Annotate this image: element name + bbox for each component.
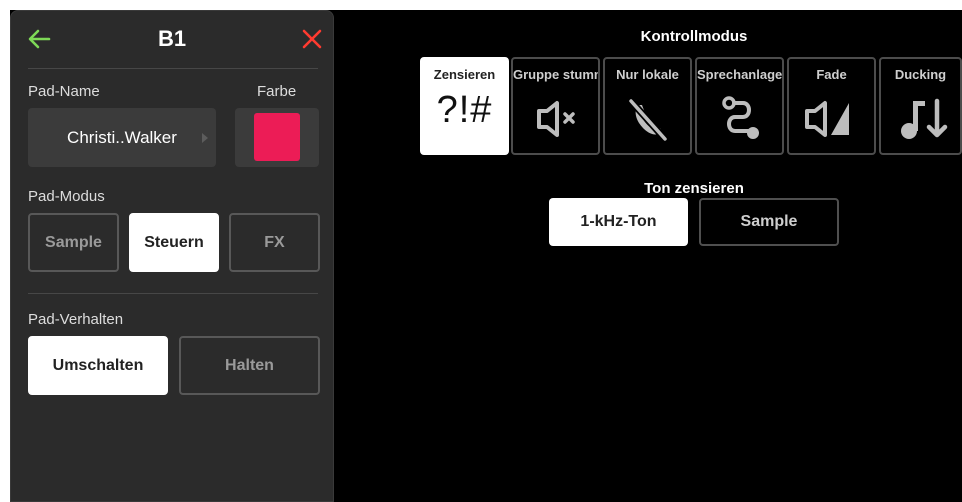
- control-mode-title: Kontrollmodus: [640, 28, 748, 45]
- divider: [28, 293, 318, 294]
- color-picker-button[interactable]: [235, 108, 319, 167]
- speaker-mute-icon: [537, 101, 575, 137]
- phone-off-icon: [627, 97, 669, 143]
- pad-name-button[interactable]: Christi..Walker: [28, 108, 216, 167]
- color-swatch: [254, 113, 300, 161]
- tone-censor-title: Ton zensieren: [644, 180, 744, 197]
- mode-intercom-tile[interactable]: Sprechanlage: [695, 57, 784, 155]
- pad-settings-panel: B1 Pad-Name Farbe Christi..Walker Pad-Mo…: [10, 10, 334, 502]
- route-icon: [722, 96, 759, 139]
- tile-label: Zensieren: [433, 67, 496, 82]
- mode-fade-tile[interactable]: Fade: [787, 57, 876, 155]
- pad-mode-sample-button[interactable]: Sample: [28, 213, 119, 272]
- panel-header: B1: [11, 11, 333, 67]
- tile-label: Nur lokale: [616, 67, 679, 82]
- ducking-icon: [901, 98, 948, 139]
- caret-right-icon: [202, 133, 208, 143]
- panel-title: B1: [157, 26, 187, 51]
- tile-label: Sprechanlage: [697, 67, 782, 82]
- tile-label: Gruppe stumm: [513, 67, 598, 82]
- behavior-toggle-button[interactable]: Umschalten: [28, 336, 168, 395]
- pad-mode-fx-button[interactable]: FX: [229, 213, 320, 272]
- color-label: Farbe: [257, 83, 297, 100]
- censor-icon: ?!#: [436, 89, 493, 131]
- mode-censor-tile[interactable]: Zensieren ?!#: [420, 57, 509, 155]
- tile-label: Ducking: [894, 67, 947, 82]
- fade-icon: [805, 101, 849, 137]
- pad-mode-label: Pad-Modus: [28, 188, 105, 205]
- pad-name-value: Christi..Walker: [67, 127, 177, 147]
- mode-ducking-tile[interactable]: Ducking: [879, 57, 962, 155]
- tile-label: Fade: [816, 67, 847, 82]
- behavior-hold-button[interactable]: Halten: [179, 336, 320, 395]
- pad-behavior-label: Pad-Verhalten: [28, 311, 124, 328]
- mode-group-mute-tile[interactable]: Gruppe stumm: [511, 57, 600, 155]
- tone-1khz-button[interactable]: 1-kHz-Ton: [549, 198, 688, 246]
- mode-local-only-tile[interactable]: Nur lokale: [603, 57, 692, 155]
- pad-mode-control-button[interactable]: Steuern: [129, 213, 219, 272]
- close-icon[interactable]: [301, 28, 323, 50]
- pad-name-label: Pad-Name: [28, 83, 100, 100]
- divider: [28, 68, 318, 69]
- tone-sample-button[interactable]: Sample: [699, 198, 839, 246]
